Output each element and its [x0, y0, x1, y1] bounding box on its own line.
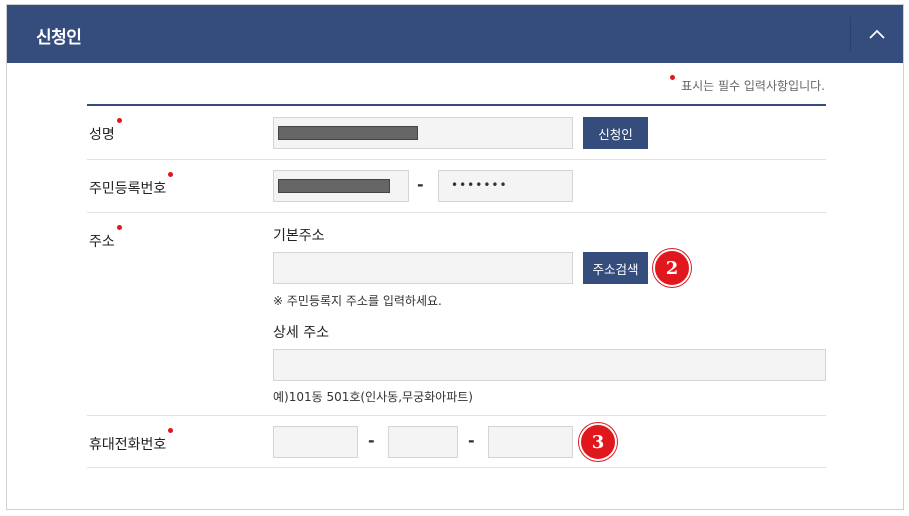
row-divider [87, 212, 826, 213]
basic-address-input[interactable] [273, 252, 573, 284]
detail-address-hint: 예)101동 501호(인사동,무궁화아파트) [273, 390, 473, 404]
address-label-text: 주소 [89, 234, 115, 250]
row-divider [87, 415, 826, 416]
phone-separator-1: - [368, 431, 375, 450]
rrn-back-value: ••••••• [451, 178, 508, 192]
detail-address-label: 상세 주소 [273, 325, 329, 341]
step-badge-3: 3 [579, 423, 617, 461]
required-dot-icon [670, 75, 676, 80]
required-dot-icon [168, 172, 174, 177]
rrn-label: 주민등록번호 [89, 172, 174, 198]
phone-separator-2: - [468, 431, 475, 450]
row-divider [87, 467, 826, 468]
collapse-button[interactable] [851, 5, 903, 63]
rrn-back-input[interactable]: ••••••• [438, 170, 573, 202]
address-label: 주소 [89, 225, 122, 251]
required-note-text: 표시는 필수 입력사항입니다. [681, 79, 825, 93]
name-input[interactable] [273, 117, 573, 149]
panel-title: 신청인 [36, 28, 82, 48]
phone-label-text: 휴대전화번호 [89, 437, 167, 453]
phone-part1-input[interactable] [273, 426, 358, 458]
required-note: 표시는 필수 입력사항입니다. [670, 75, 825, 94]
basic-address-label: 기본주소 [273, 228, 325, 244]
applicant-button[interactable]: 신청인 [583, 117, 648, 149]
step-badge-2: 2 [653, 249, 691, 287]
redacted-value [278, 179, 390, 193]
required-dot-icon [168, 428, 174, 433]
basic-address-hint: ※ 주민등록지 주소를 입력하세요. [273, 294, 442, 308]
phone-label: 휴대전화번호 [89, 428, 174, 454]
name-label-text: 성명 [89, 127, 115, 143]
phone-part3-input[interactable] [488, 426, 573, 458]
rrn-separator: - [417, 175, 424, 194]
address-search-button[interactable]: 주소검색 [583, 252, 648, 284]
required-dot-icon [116, 225, 122, 230]
form-top-rule [87, 104, 826, 106]
redacted-value [278, 126, 418, 140]
applicant-panel: 신청인 표시는 필수 입력사항입니다. 성명 신청인 주민등록번호 - ••••… [6, 4, 904, 510]
rrn-label-text: 주민등록번호 [89, 181, 167, 197]
required-dot-icon [116, 118, 122, 123]
rrn-front-input[interactable] [273, 170, 409, 202]
detail-address-input[interactable] [273, 349, 826, 381]
name-label: 성명 [89, 118, 122, 144]
chevron-up-icon [869, 29, 885, 39]
row-divider [87, 159, 826, 160]
phone-part2-input[interactable] [388, 426, 458, 458]
panel-header: 신청인 [7, 5, 903, 63]
